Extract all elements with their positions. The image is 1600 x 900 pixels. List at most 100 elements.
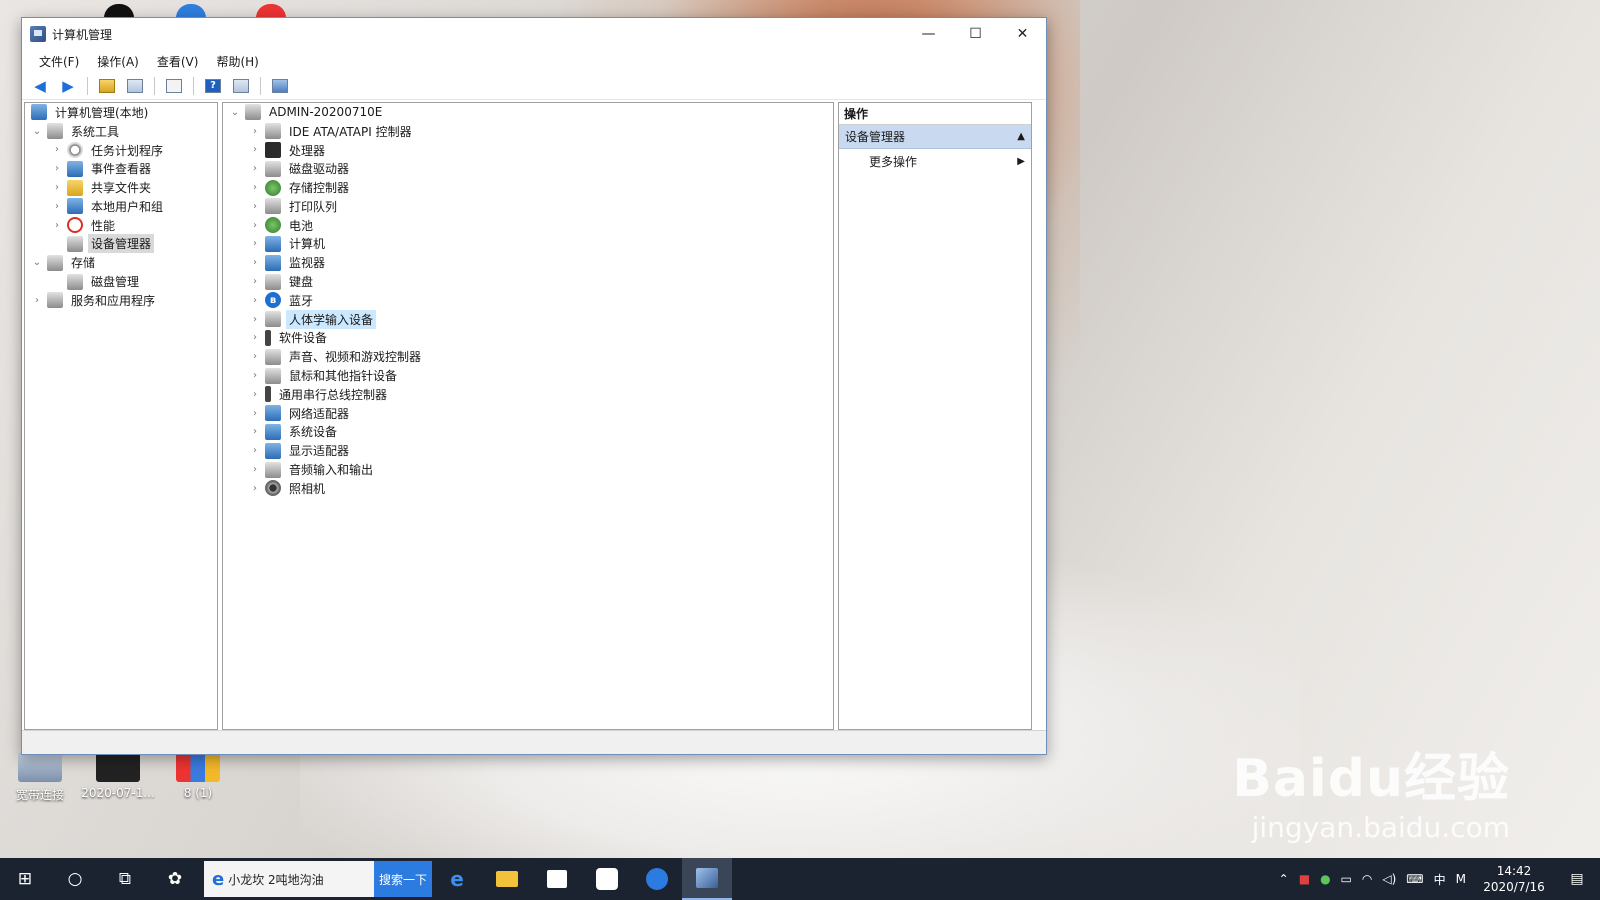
chevron-right-icon[interactable]: › [249, 257, 261, 268]
tree-item-local-users[interactable]: › 本地用户和组 [25, 197, 217, 216]
desktop-app-icon[interactable] [176, 4, 206, 18]
cortana-button[interactable]: ○ [50, 858, 100, 900]
chevron-right-icon[interactable]: › [51, 163, 63, 174]
device-category[interactable]: › 键盘 [223, 272, 833, 291]
tree-item-shared-folders[interactable]: › 共享文件夹 [25, 178, 217, 197]
pinned-app-button[interactable]: ✿ [150, 858, 200, 900]
device-category-selected[interactable]: › 人体学输入设备 [223, 309, 833, 329]
taskbar-browser[interactable] [632, 858, 682, 900]
notification-icon[interactable]: ▤ [1562, 871, 1592, 887]
chevron-right-icon[interactable]: › [51, 182, 63, 193]
device-category[interactable]: › 系统设备 [223, 423, 833, 442]
chevron-right-icon[interactable]: › [51, 201, 63, 212]
chevron-right-icon[interactable]: › [249, 389, 261, 400]
tree-item-performance[interactable]: › 性能 [25, 216, 217, 235]
clock[interactable]: 14:42 2020/7/16 [1476, 863, 1552, 895]
chevron-right-icon[interactable]: › [249, 351, 261, 362]
chevron-right-icon[interactable]: › [51, 220, 63, 231]
ime-indicator[interactable]: 中 [1434, 871, 1446, 888]
collapse-icon[interactable]: ▲ [1017, 131, 1025, 142]
action-pane-button[interactable] [229, 75, 253, 97]
menu-help[interactable]: 帮助(H) [207, 53, 267, 70]
tree-item-services[interactable]: › 服务和应用程序 [25, 291, 217, 310]
device-category[interactable]: › 鼠标和其他指针设备 [223, 366, 833, 385]
keyboard-icon[interactable]: ⌨ [1406, 872, 1423, 886]
search-go-button[interactable]: 搜索一下 [374, 861, 432, 897]
help-button[interactable]: ? [201, 75, 225, 97]
chevron-right-icon[interactable]: › [249, 144, 261, 155]
chevron-right-icon[interactable]: › [249, 483, 261, 494]
ime-mode-indicator[interactable]: M [1456, 872, 1466, 886]
tree-item-disk-management[interactable]: 磁盘管理 [25, 272, 217, 291]
task-view-button[interactable]: ⧉ [100, 858, 150, 900]
tray-app-icon[interactable]: ■ [1299, 872, 1310, 886]
show-hide-tree-button[interactable] [123, 75, 147, 97]
menu-view[interactable]: 查看(V) [148, 53, 208, 70]
tree-item-root[interactable]: 计算机管理(本地) [25, 103, 217, 122]
tray-app-icon[interactable]: ● [1320, 872, 1330, 886]
tree-item-storage[interactable]: ⌄ 存储 [25, 253, 217, 272]
chevron-right-icon[interactable]: › [249, 445, 261, 456]
device-category[interactable]: › 处理器 [223, 141, 833, 160]
taskbar-explorer[interactable] [482, 858, 532, 900]
wifi-icon[interactable]: ◠ [1362, 872, 1372, 886]
device-category[interactable]: › 监视器 [223, 253, 833, 272]
taskbar-edge[interactable]: e [432, 858, 482, 900]
chevron-down-icon[interactable]: ⌄ [31, 257, 43, 268]
chevron-right-icon[interactable]: › [249, 238, 261, 249]
chevron-right-icon[interactable]: › [249, 370, 261, 381]
chevron-right-icon[interactable]: › [249, 126, 261, 137]
taskbar-computer-management[interactable] [682, 858, 732, 900]
chevron-right-icon[interactable]: › [249, 182, 261, 193]
chevron-right-icon[interactable]: › [249, 276, 261, 287]
chevron-right-icon[interactable]: › [249, 295, 261, 306]
chevron-right-icon[interactable]: › [51, 144, 63, 155]
tree-item-system-tools[interactable]: ⌄ 系统工具 [25, 122, 217, 141]
desktop-app-icon[interactable] [104, 4, 134, 18]
scan-hardware-button[interactable] [268, 75, 292, 97]
minimize-button[interactable]: — [905, 18, 952, 50]
chevron-right-icon[interactable]: › [249, 332, 261, 343]
chevron-down-icon[interactable]: ⌄ [229, 107, 241, 118]
device-category[interactable]: › 音频输入和输出 [223, 460, 833, 479]
battery-icon[interactable]: ▭ [1341, 872, 1352, 886]
chevron-right-icon[interactable]: › [249, 220, 261, 231]
chevron-right-icon[interactable]: › [249, 163, 261, 174]
device-category[interactable]: › IDE ATA/ATAPI 控制器 [223, 122, 833, 141]
device-tree-root[interactable]: ⌄ ADMIN-20200710E [223, 103, 833, 122]
chevron-right-icon[interactable]: › [249, 201, 261, 212]
start-button[interactable]: ⊞ [0, 858, 50, 900]
volume-icon[interactable]: ◁) [1382, 872, 1396, 886]
desktop-icon-image[interactable]: 8 (1) [158, 752, 238, 800]
device-category[interactable]: › 网络适配器 [223, 404, 833, 423]
chevron-right-icon[interactable]: › [249, 426, 261, 437]
chevron-right-icon[interactable]: › [249, 408, 261, 419]
browser-search-box[interactable]: e 小龙坎 2吨地沟油 [204, 861, 374, 897]
taskbar-feishu[interactable] [582, 858, 632, 900]
chevron-right-icon[interactable]: › [31, 295, 43, 306]
tree-item-device-manager[interactable]: 设备管理器 [25, 234, 217, 254]
properties-button[interactable] [162, 75, 186, 97]
device-category[interactable]: › ʙ 蓝牙 [223, 291, 833, 310]
taskbar-store[interactable] [532, 858, 582, 900]
device-category[interactable]: › 磁盘驱动器 [223, 159, 833, 178]
maximize-button[interactable]: ☐ [952, 18, 999, 50]
menu-file[interactable]: 文件(F) [30, 53, 88, 70]
actions-section-device-manager[interactable]: 设备管理器 ▲ [839, 125, 1031, 149]
device-category[interactable]: › 声音、视频和游戏控制器 [223, 347, 833, 366]
desktop-app-icon[interactable] [256, 4, 286, 18]
tree-item-task-scheduler[interactable]: › 任务计划程序 [25, 141, 217, 160]
more-actions-item[interactable]: 更多操作 ▶ [839, 149, 1031, 173]
device-category[interactable]: › 软件设备 [223, 329, 833, 348]
device-category[interactable]: › 计算机 [223, 235, 833, 254]
up-folder-button[interactable] [95, 75, 119, 97]
desktop-icon-broadband[interactable]: 宽带连接 [0, 752, 80, 803]
tree-item-event-viewer[interactable]: › 事件查看器 [25, 159, 217, 178]
device-category[interactable]: › 电池 [223, 216, 833, 235]
desktop-icon-file[interactable]: 2020-07-1... [78, 752, 158, 800]
back-button[interactable]: ◀ [28, 75, 52, 97]
device-category[interactable]: › 照相机 [223, 479, 833, 498]
chevron-up-icon[interactable]: ⌃ [1279, 872, 1289, 886]
device-category[interactable]: › 显示适配器 [223, 441, 833, 460]
device-category[interactable]: › 通用串行总线控制器 [223, 385, 833, 404]
